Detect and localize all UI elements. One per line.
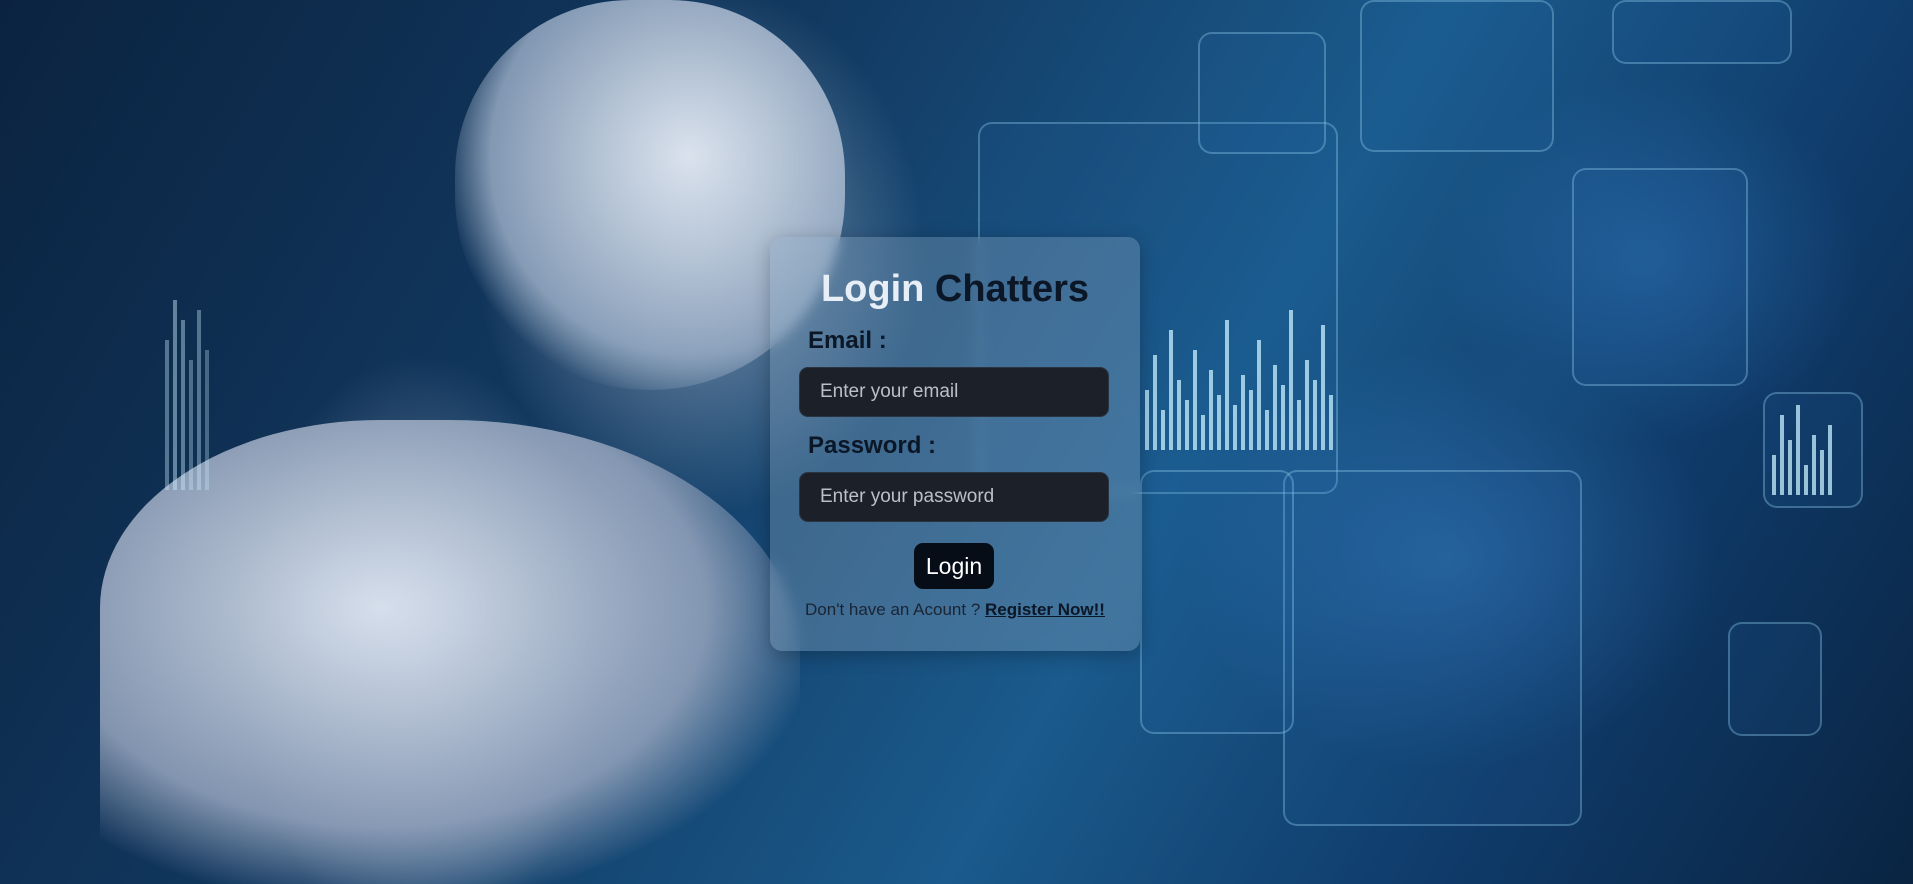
hologram-bar-chart [1145, 300, 1333, 450]
password-label: Password : [808, 432, 937, 459]
email-input[interactable] [799, 367, 1109, 417]
hologram-panel [1612, 0, 1792, 64]
login-card: Login Chatters Email : Password : Login … [770, 237, 1140, 651]
title-chatters-word: Chatters [934, 268, 1090, 310]
email-label: Email : [808, 327, 887, 354]
hologram-bar-chart [165, 290, 209, 490]
login-button[interactable]: Login [914, 543, 994, 589]
hologram-bar-chart [1772, 400, 1832, 495]
hologram-panel [1728, 622, 1822, 736]
hologram-panel [1198, 32, 1326, 154]
hologram-panel [1140, 470, 1294, 734]
register-link[interactable]: Register Now!! [985, 600, 1105, 619]
title-login-word: Login [820, 268, 925, 310]
hologram-panel [1283, 470, 1582, 826]
hologram-panel [1360, 0, 1554, 152]
password-input[interactable] [799, 472, 1109, 522]
page-title: Login Chatters [770, 267, 1140, 311]
hologram-panel [1572, 168, 1748, 386]
register-row: Don't have an Acount ? Register Now!! [770, 600, 1140, 620]
register-prompt: Don't have an Acount ? [805, 600, 981, 619]
